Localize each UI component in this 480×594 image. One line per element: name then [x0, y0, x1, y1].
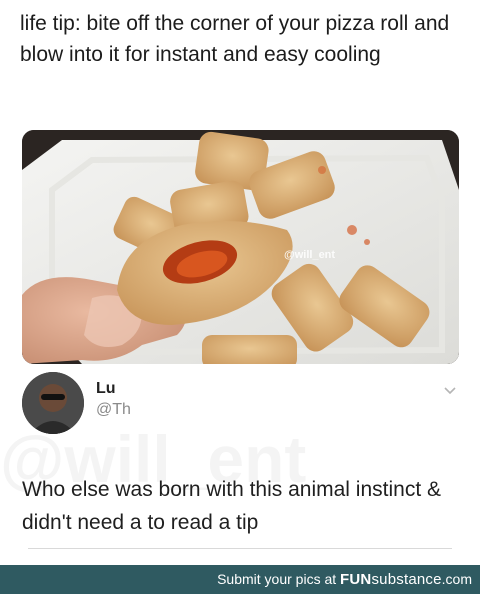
footer-text: Submit your pics at FUNsubstance.com [217, 571, 472, 588]
tweet-text: Who else was born with this animal insti… [22, 478, 442, 534]
pizza-roll [202, 335, 297, 364]
footer-suffix: .com [441, 571, 472, 587]
user-handle[interactable]: @Th [96, 401, 131, 419]
pizza-rolls-photo: @will_ent [22, 130, 459, 364]
footer-bar: Submit your pics at FUNsubstance.com [0, 565, 480, 594]
meme-caption: life tip: bite off the corner of your pi… [20, 12, 450, 66]
tweet-header: Lu @Th [0, 364, 480, 444]
divider [28, 548, 452, 549]
user-name[interactable]: Lu [96, 380, 116, 398]
pizza-rolls-illustration: @will_ent [22, 130, 459, 364]
footer-brand-rest[interactable]: substance [371, 571, 441, 588]
photo-watermark: @will_ent [284, 249, 335, 261]
chevron-down-icon[interactable] [442, 382, 458, 398]
footer-prefix: Submit your pics at [217, 571, 341, 587]
footer-brand-bold[interactable]: FUN [340, 571, 371, 588]
avatar[interactable] [22, 372, 84, 434]
